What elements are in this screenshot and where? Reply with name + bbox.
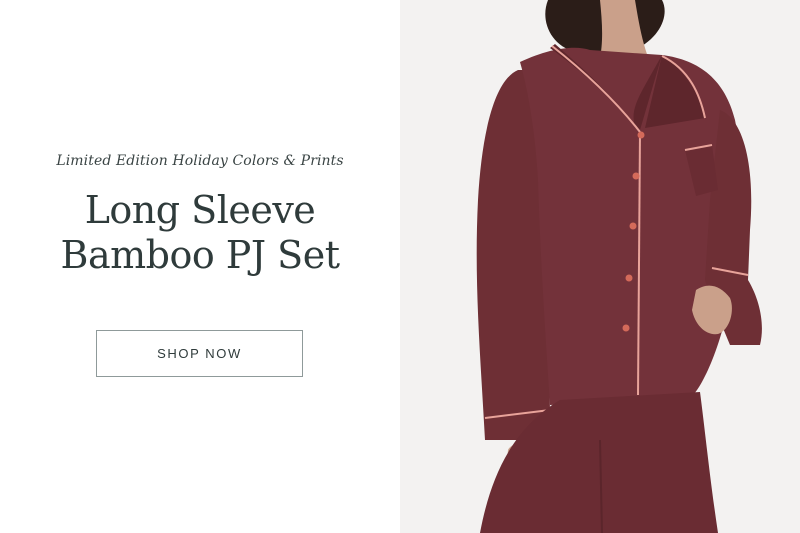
promo-banner: Limited Edition Holiday Colors & Prints … xyxy=(0,0,800,533)
product-photo[interactable] xyxy=(400,0,800,533)
promo-title-line-1: Long Sleeve xyxy=(84,188,316,232)
shop-now-button[interactable]: SHOP NOW xyxy=(96,330,303,377)
promo-title-line-2: Bamboo PJ Set xyxy=(60,233,340,277)
promo-title: Long Sleeve Bamboo PJ Set xyxy=(0,188,400,278)
pajama-model-illustration xyxy=(476,0,762,533)
promo-text-panel: Limited Edition Holiday Colors & Prints … xyxy=(0,0,400,533)
promo-eyebrow: Limited Edition Holiday Colors & Prints xyxy=(56,153,344,169)
